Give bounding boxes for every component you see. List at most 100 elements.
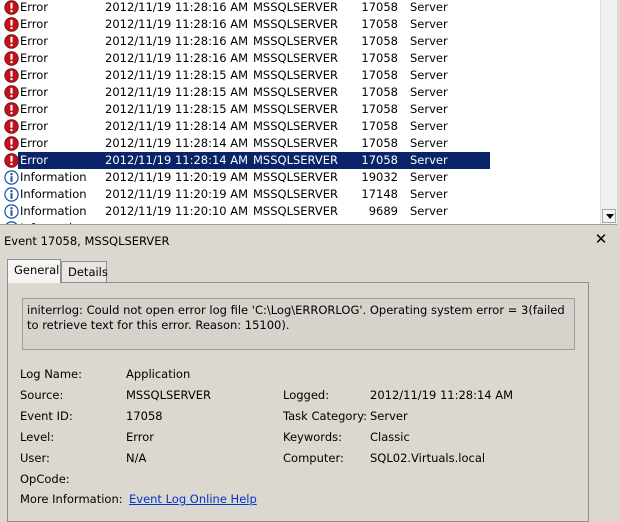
error-icon: [4, 85, 19, 100]
event-source: MSSQLSERVER: [253, 68, 339, 82]
event-row[interactable]: Error 2012/11/19 11:28:16 AM MSSQLSERVER 17…: [0, 33, 600, 50]
keywords-label: Keywords:: [283, 430, 342, 444]
tab-general[interactable]: General: [7, 259, 61, 283]
event-level: Information: [20, 204, 87, 218]
error-icon: [4, 34, 19, 49]
event-message[interactable]: initerrlog: Could not open error log fil…: [22, 298, 575, 350]
event-source: MSSQLSERVER: [253, 17, 339, 31]
event-level: Information: [20, 187, 87, 201]
tab-general-label: General: [14, 263, 60, 277]
user-value: N/A: [126, 451, 147, 465]
event-id-value: 17058: [126, 409, 163, 423]
event-row[interactable]: Information 2012/11/19 11:20:19 AM MSSQLSE…: [0, 186, 600, 203]
event-category: Server: [410, 102, 448, 116]
level-label: Level:: [20, 430, 55, 444]
event-date: 2012/11/19 11:28:16 AM: [105, 51, 249, 65]
event-category: Server: [410, 136, 448, 150]
event-level: Error: [20, 51, 49, 65]
event-source: MSSQLSERVER: [253, 85, 339, 99]
source-label: Source:: [20, 388, 64, 402]
event-category: Server: [410, 204, 448, 218]
close-icon[interactable]: ✕: [594, 232, 608, 247]
event-list[interactable]: Error 2012/11/19 11:28:16 AM MSSQLSERVER 17…: [0, 0, 617, 225]
event-row[interactable]: Error 2012/11/19 11:28:14 AM MSSQLSERVER 17…: [0, 135, 600, 152]
event-category: Server: [410, 51, 448, 65]
event-date: 2012/11/19 11:28:14 AM: [105, 136, 249, 150]
event-row[interactable]: Error 2012/11/19 11:28:16 AM MSSQLSERVER 17…: [0, 16, 600, 33]
event-row[interactable]: Error 2012/11/19 11:28:15 AM MSSQLSERVER 17…: [0, 101, 600, 118]
scroll-down-button[interactable]: [602, 209, 616, 223]
event-category: Server: [410, 170, 448, 184]
information-icon: [4, 204, 19, 219]
event-source: MSSQLSERVER: [253, 119, 339, 133]
tab-details[interactable]: Details: [61, 261, 108, 282]
event-date: 2012/11/19 11:28:15 AM: [105, 85, 249, 99]
event-id: 17058: [361, 102, 398, 116]
event-row[interactable]: Error 2012/11/19 11:28:14 AM MSSQLSERVER 17…: [0, 118, 600, 135]
event-row[interactable]: Error 2012/11/19 11:28:15 AM MSSQLSERVER 17…: [0, 84, 600, 101]
event-id-label: Event ID:: [20, 409, 73, 423]
error-icon: [4, 102, 19, 117]
event-row[interactable]: Error 2012/11/19 11:28:16 AM MSSQLSERVER 17…: [0, 0, 600, 16]
event-id: 17058: [361, 51, 398, 65]
event-category: Server: [410, 187, 448, 201]
source-value: MSSQLSERVER: [126, 388, 212, 402]
error-icon: [4, 0, 19, 15]
tab-details-label: Details: [68, 265, 108, 279]
event-source: MSSQLSERVER: [253, 34, 339, 48]
event-source: MSSQLSERVER: [253, 187, 339, 201]
event-row[interactable]: Information 2012/11/19 11:20:19 AM MSSQLSE…: [0, 169, 600, 186]
event-date: 2012/11/19 11:20:10 AM: [105, 204, 249, 218]
event-level: Error: [20, 68, 49, 82]
log-name-value: Application: [126, 367, 191, 381]
vertical-scrollbar[interactable]: [600, 0, 617, 224]
event-source: MSSQLSERVER: [253, 51, 339, 65]
error-icon: [4, 17, 19, 32]
keywords-value: Classic: [370, 430, 410, 444]
event-row[interactable]: Information 2012/11/19 11:20:10 AM MSSQLSE…: [0, 203, 600, 220]
event-category: Server: [410, 17, 448, 31]
event-id: 17058: [361, 34, 398, 48]
event-date: 2012/11/19 11:28:14 AM: [105, 119, 249, 133]
task-category-label: Task Category:: [283, 409, 368, 423]
logged-value: 2012/11/19 11:28:14 AM: [370, 388, 514, 402]
event-category: Server: [410, 85, 448, 99]
event-id: 19032: [361, 170, 398, 184]
event-source: MSSQLSERVER: [253, 204, 339, 218]
event-id: 9689: [368, 204, 398, 218]
event-row[interactable]: Error 2012/11/19 11:28:16 AM MSSQLSERVER 17…: [0, 50, 600, 67]
event-id: 17148: [361, 187, 398, 201]
event-level: Error: [20, 102, 49, 116]
event-date: 2012/11/19 11:28:15 AM: [105, 68, 249, 82]
event-date: 2012/11/19 11:28:15 AM: [105, 102, 249, 116]
computer-value: SQL02.Virtuals.local: [370, 451, 486, 465]
error-icon: [4, 153, 19, 168]
event-level: Error: [20, 0, 49, 14]
event-row[interactable]: Error 2012/11/19 11:28:15 AM MSSQLSERVER 17…: [0, 67, 600, 84]
event-source: MSSQLSERVER: [253, 153, 339, 167]
opcode-label: OpCode:: [20, 472, 70, 486]
event-date: 2012/11/19 11:28:16 AM: [105, 0, 249, 14]
level-value: Error: [126, 430, 155, 444]
event-id: 17058: [361, 0, 398, 14]
event-level: Error: [20, 34, 49, 48]
event-level: Error: [20, 17, 49, 31]
event-row[interactable]: Information: [0, 220, 600, 225]
event-date: 2012/11/19 11:28:14 AM: [105, 153, 249, 167]
event-row[interactable]: Error 2012/11/19 11:28:14 AM MSSQLSERVER 17…: [0, 152, 600, 169]
event-category: Server: [410, 34, 448, 48]
user-label: User:: [20, 451, 50, 465]
event-level: Error: [20, 136, 49, 150]
event-log-online-help-link[interactable]: Event Log Online Help: [129, 492, 257, 506]
event-source: MSSQLSERVER: [253, 170, 339, 184]
task-category-value: Server: [370, 409, 408, 423]
information-icon: [5, 221, 18, 224]
event-level: Information: [20, 222, 87, 225]
event-level: Error: [20, 85, 49, 99]
event-id: 17058: [361, 119, 398, 133]
event-category: Server: [410, 153, 448, 167]
event-id: 17058: [361, 85, 398, 99]
event-id: 17058: [361, 153, 398, 167]
event-date: 2012/11/19 11:20:19 AM: [105, 187, 249, 201]
log-name-label: Log Name:: [20, 367, 82, 381]
